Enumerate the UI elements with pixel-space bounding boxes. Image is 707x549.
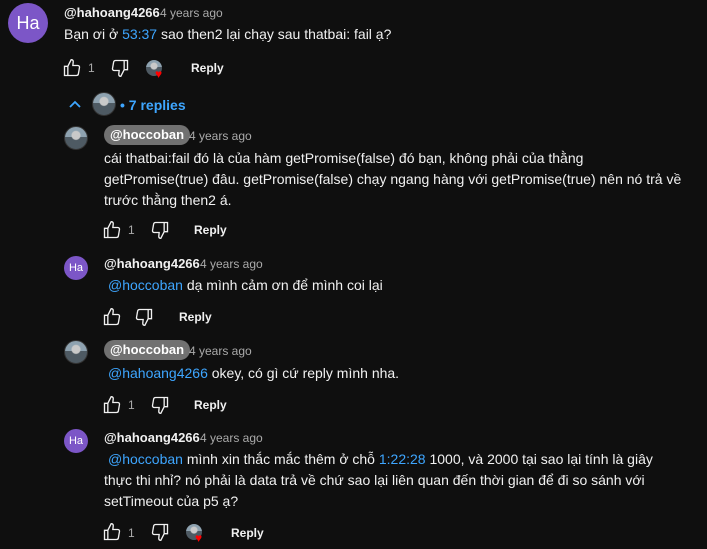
comment-author[interactable]: @hahoang4266 [104,430,200,445]
comment-author[interactable]: @hoccoban [104,125,191,145]
like-icon[interactable] [62,58,82,78]
dislike-icon[interactable] [110,58,130,78]
like-icon[interactable] [102,395,122,415]
avatar[interactable] [64,340,88,364]
reply-button[interactable]: Reply [179,310,212,324]
comment-time[interactable]: 4 years ago [189,129,252,143]
avatar[interactable] [64,126,88,150]
comment-time[interactable]: 4 years ago [160,6,223,20]
creator-heart-icon: ♥ [186,524,206,544]
comment-time[interactable]: 4 years ago [200,431,263,445]
avatar[interactable]: Ha [8,3,48,43]
comment-time[interactable]: 4 years ago [200,257,263,271]
reply-button[interactable]: Reply [191,61,224,75]
comment-text: @hoccoban mình xin thắc mắc thêm ở chỗ 1… [104,451,653,509]
comment-text: Bạn ơi ở 53:37 sao then2 lại chạy sau th… [64,26,392,42]
comment-author[interactable]: @hahoang4266 [104,256,200,271]
like-count: 1 [128,223,135,237]
dislike-icon[interactable] [150,522,170,542]
replies-toggle[interactable]: • 7 replies [120,97,186,113]
dislike-icon[interactable] [134,307,154,327]
like-icon[interactable] [102,522,122,542]
like-count: 1 [128,526,135,540]
like-count: 1 [88,61,95,75]
mention-link[interactable]: @hoccoban [108,277,183,293]
avatar[interactable]: Ha [64,256,88,280]
comment-text: @hahoang4266 okey, có gì cứ reply mình n… [108,365,400,381]
comment-author[interactable]: @hoccoban [104,340,191,360]
dislike-icon[interactable] [150,220,170,240]
comment-text: @hoccoban dạ mình cảm ơn để mình coi lại [108,277,383,293]
dislike-icon[interactable] [150,395,170,415]
reply-button[interactable]: Reply [194,398,227,412]
mention-link[interactable]: @hahoang4266 [108,365,208,381]
mention-link[interactable]: @hoccoban [108,451,183,467]
reply-button[interactable]: Reply [194,223,227,237]
chevron-up-icon[interactable] [68,98,82,112]
timestamp-link[interactable]: 1:22:28 [379,451,426,467]
like-icon[interactable] [102,307,122,327]
replier-avatar [92,92,116,116]
timestamp-link[interactable]: 53:37 [122,26,157,42]
reply-button[interactable]: Reply [231,526,264,540]
creator-heart-icon: ♥ [146,60,166,80]
comment-text: cái thatbai:fail đó là của hàm getPromis… [104,150,682,208]
comment-author[interactable]: @hahoang4266 [64,5,160,20]
like-icon[interactable] [102,220,122,240]
comment-time[interactable]: 4 years ago [189,344,252,358]
like-count: 1 [128,398,135,412]
avatar[interactable]: Ha [64,429,88,453]
